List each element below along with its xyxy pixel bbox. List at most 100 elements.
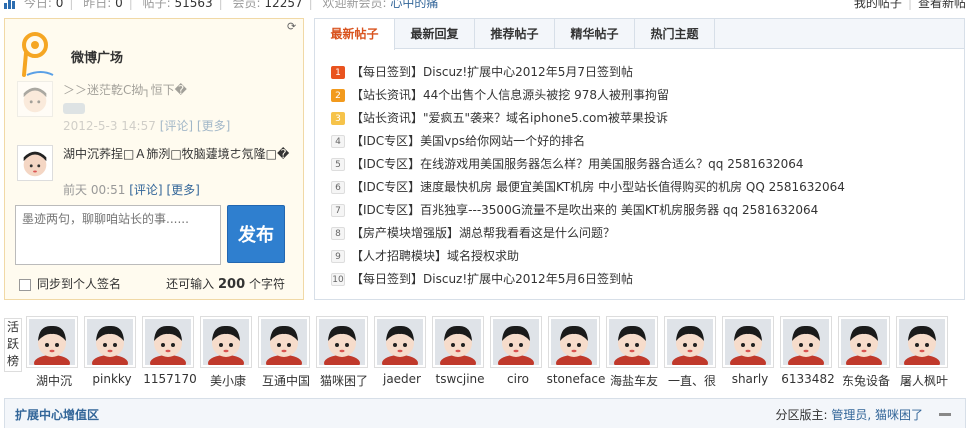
member-name[interactable]: 海盐车友: [602, 372, 666, 389]
member-name[interactable]: tswcjine: [428, 372, 492, 386]
avatar[interactable]: [258, 316, 310, 368]
avatar[interactable]: [374, 316, 426, 368]
member-name[interactable]: stoneface: [544, 372, 608, 386]
section-title[interactable]: 扩展中心增值区: [15, 406, 99, 423]
members-label: 会员:: [232, 0, 261, 10]
avatar[interactable]: [26, 316, 78, 368]
member-item[interactable]: sharly: [722, 316, 778, 386]
list-item[interactable]: 6 【IDC专区】速度最快机房 最便宜美国KT机房 中小型站长值得购买的机房 QQ…: [331, 176, 961, 199]
member-item[interactable]: 6133482: [780, 316, 836, 386]
member-name[interactable]: 6133482: [776, 372, 840, 386]
member-name[interactable]: sharly: [718, 372, 782, 386]
avatar[interactable]: [316, 316, 368, 368]
member-item[interactable]: 1157170: [142, 316, 198, 386]
member-item[interactable]: tswcjine: [432, 316, 488, 386]
comment-link[interactable]: [评论]: [160, 119, 193, 133]
member-item[interactable]: 一直、很: [664, 316, 720, 389]
newest-member-link[interactable]: 心中的痛: [390, 0, 438, 10]
member-item[interactable]: 互通中国: [258, 316, 314, 389]
avatar[interactable]: [548, 316, 600, 368]
moderators-link[interactable]: 管理员, 猫咪困了: [831, 408, 923, 422]
avatar[interactable]: [780, 316, 832, 368]
avatar[interactable]: [490, 316, 542, 368]
weibo-panel: ⟳ 微博广场 ＞＞迷茫亁C拗┐恒下� 2012-5-3 14:57 [评论] […: [4, 18, 304, 300]
weibo-post-text: 湖中沉荞挰□Ａ斾洌□牧脑蘧境ㄜ氖隆□�: [63, 147, 290, 161]
list-item[interactable]: 4 【IDC专区】美国vps给你网站一个好的排名: [331, 130, 961, 153]
weibo-post-text: ＞＞迷茫亁C拗┐恒下�: [63, 81, 295, 117]
member-item[interactable]: 猫咪困了: [316, 316, 372, 389]
view-new-link[interactable]: 查看新帖: [918, 0, 966, 10]
tab-hot-topics[interactable]: 热门主题: [635, 19, 715, 49]
member-name[interactable]: jaeder: [370, 372, 434, 386]
avatar[interactable]: [838, 316, 890, 368]
more-link[interactable]: [更多]: [166, 183, 199, 197]
avatar[interactable]: [722, 316, 774, 368]
list-item[interactable]: 9 【人才招聘模块】域名授权求助: [331, 245, 961, 268]
refresh-icon[interactable]: ⟳: [287, 21, 299, 33]
my-posts-link[interactable]: 我的帖子: [854, 0, 902, 10]
list-item[interactable]: 1 【每日签到】Discuz!扩展中心2012年5月7日签到帖: [331, 61, 961, 84]
list-item[interactable]: 3 【站长资讯】"爱疯五"袭来？域名iphone5.com被苹果投诉: [331, 107, 961, 130]
yesterday-label: 昨日:: [83, 0, 112, 10]
member-item[interactable]: 美小康: [200, 316, 256, 389]
member-name[interactable]: 东兔设备: [834, 372, 898, 389]
image-chip-icon: [63, 103, 85, 114]
topics-tabs: 最新帖子 最新回复 推荐帖子 精华帖子 热门主题: [315, 19, 964, 50]
list-item[interactable]: 8 【房产模块增强版】湖总帮我看看这是什么问题？: [331, 222, 961, 245]
posts-value: 51563: [174, 0, 213, 10]
more-link[interactable]: [更多]: [197, 119, 230, 133]
member-item[interactable]: 湖中沉: [26, 316, 82, 389]
member-item[interactable]: pinkky: [84, 316, 140, 386]
weibo-title: 微博广场: [71, 51, 124, 66]
post-meta: 2012-5-3 14:57 [评论] [更多]: [63, 117, 230, 134]
list-item[interactable]: 10 【每日签到】Discuz!扩展中心2012年5月6日签到帖: [331, 268, 961, 291]
avatar[interactable]: [17, 81, 53, 117]
member-item[interactable]: stoneface: [547, 316, 605, 386]
top-links: 我的帖子 | 查看新帖: [854, 0, 966, 11]
weibo-composer-input[interactable]: [15, 205, 221, 265]
tab-recommended[interactable]: 推荐帖子: [475, 19, 555, 49]
member-item[interactable]: jaeder: [374, 316, 430, 386]
topic-list: 1 【每日签到】Discuz!扩展中心2012年5月7日签到帖 2 【站长资讯】44…: [331, 61, 961, 291]
sync-signature-label: 同步到个人签名: [37, 277, 122, 291]
avatar[interactable]: [17, 145, 53, 181]
list-item[interactable]: 7 【IDC专区】百兆独享---3500G流量不是吹出来的 美国KT机房服务器 q…: [331, 199, 961, 222]
comment-link[interactable]: [评论]: [129, 183, 162, 197]
char-remaining: 还可输入 200 个字符: [166, 277, 285, 292]
member-item[interactable]: 屠人枫叶: [896, 316, 952, 389]
avatar[interactable]: [664, 316, 716, 368]
member-item[interactable]: 海盐车友: [606, 316, 662, 389]
publish-button[interactable]: 发布: [227, 205, 285, 263]
section-header: 扩展中心增值区 分区版主: 管理员, 猫咪困了: [4, 398, 966, 428]
member-name[interactable]: 一直、很: [660, 372, 724, 389]
member-name[interactable]: 1157170: [138, 372, 202, 386]
member-name[interactable]: ciro: [486, 372, 550, 386]
avatar[interactable]: [84, 316, 136, 368]
list-item[interactable]: 5 【IDC专区】在线游戏用美国服务器怎么样？用美国服务器合适么？qq 25816…: [331, 153, 961, 176]
members-value: 12257: [264, 0, 303, 10]
sync-signature-checkbox[interactable]: [19, 278, 31, 291]
member-name[interactable]: 屠人枫叶: [892, 372, 956, 389]
avatar[interactable]: [142, 316, 194, 368]
member-name[interactable]: 湖中沉: [22, 372, 86, 389]
member-name[interactable]: 猫咪困了: [312, 372, 376, 389]
minus-icon[interactable]: [939, 413, 951, 416]
active-members-label: 活跃榜: [4, 318, 22, 372]
member-name[interactable]: 美小康: [196, 372, 260, 389]
posts-label: 帖子:: [142, 0, 171, 10]
tab-latest-replies[interactable]: 最新回复: [395, 19, 475, 49]
member-item[interactable]: 东兔设备: [838, 316, 894, 389]
member-name[interactable]: pinkky: [80, 372, 144, 386]
member-name[interactable]: 互通中国: [254, 372, 318, 389]
list-item[interactable]: 2 【站长资讯】44个出售个人信息源头被挖 978人被刑事拘留: [331, 84, 961, 107]
active-members-list: 湖中沉 pinkky 1157170 美小康 互通中国 猫咪困了 jaeder tswcjin…: [26, 316, 966, 390]
member-item[interactable]: ciro: [490, 316, 546, 386]
topics-panel: 最新帖子 最新回复 推荐帖子 精华帖子 热门主题 1 【每日签到】Discuz!扩…: [314, 18, 965, 300]
tab-featured[interactable]: 精华帖子: [555, 19, 635, 49]
avatar[interactable]: [606, 316, 658, 368]
tab-latest-posts[interactable]: 最新帖子: [315, 19, 395, 50]
avatar[interactable]: [200, 316, 252, 368]
weibo-logo: [22, 32, 54, 77]
avatar[interactable]: [896, 316, 948, 368]
avatar[interactable]: [432, 316, 484, 368]
